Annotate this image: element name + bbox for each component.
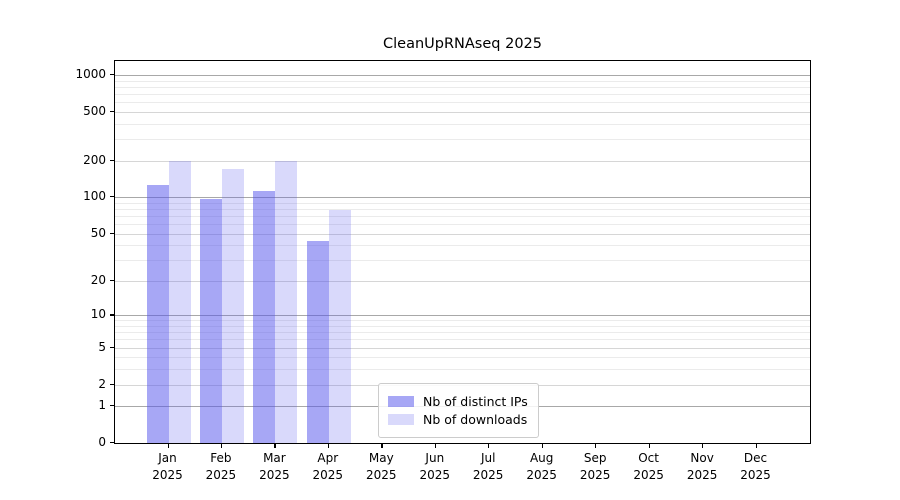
x-tick-jun-2025	[435, 444, 436, 448]
x-tick-aug-2025	[542, 444, 543, 448]
legend-swatch-downloads	[388, 414, 414, 425]
x-tick-label-may-2025: May2025	[351, 450, 411, 484]
x-tick-mar-2025	[274, 444, 275, 448]
x-tick-may-2025	[381, 444, 382, 448]
y-tick-200	[110, 160, 114, 161]
gridline-500	[115, 112, 810, 113]
bar-nb-of-downloads-apr-2025	[329, 210, 351, 443]
gridline-300	[115, 139, 810, 140]
bar-nb-of-downloads-feb-2025	[222, 169, 244, 443]
x-tick-label-aug-2025: Aug2025	[512, 450, 572, 484]
y-tick-20	[110, 280, 114, 281]
x-tick-label-mar-2025: Mar2025	[244, 450, 304, 484]
chart-title: CleanUpRNAseq 2025	[114, 36, 811, 52]
x-tick-label-jun-2025: Jun2025	[405, 450, 465, 484]
legend-item-downloads: Nb of downloads	[388, 412, 528, 427]
x-tick-jul-2025	[488, 444, 489, 448]
x-tick-dec-2025	[756, 444, 757, 448]
y-tick-5	[110, 347, 114, 348]
x-tick-label-oct-2025: Oct2025	[619, 450, 679, 484]
y-tick-label-20: 20	[40, 272, 106, 288]
x-tick-jan-2025	[168, 444, 169, 448]
y-tick-label-5: 5	[40, 339, 106, 355]
y-tick-label-500: 500	[40, 103, 106, 119]
y-tick-1	[110, 405, 114, 406]
y-tick-label-100: 100	[40, 188, 106, 204]
bar-nb-of-distinct-ips-feb-2025	[200, 199, 222, 443]
legend-label-distinct-ips: Nb of distinct IPs	[423, 394, 528, 409]
bar-nb-of-downloads-mar-2025	[275, 161, 297, 444]
x-tick-label-nov-2025: Nov2025	[672, 450, 732, 484]
y-tick-2	[110, 384, 114, 385]
gridline-1000	[115, 75, 810, 76]
y-tick-label-200: 200	[40, 152, 106, 168]
legend-swatch-distinct-ips	[388, 396, 414, 407]
gridline-400	[115, 124, 810, 125]
bar-nb-of-downloads-jan-2025	[169, 161, 191, 444]
x-tick-feb-2025	[221, 444, 222, 448]
y-tick-label-1: 1	[40, 397, 106, 413]
chart-figure: CleanUpRNAseq 2025 Nb of distinct IPs Nb…	[0, 0, 900, 500]
gridline-800	[115, 87, 810, 88]
plot-area: Nb of distinct IPs Nb of downloads	[114, 60, 811, 444]
x-tick-label-apr-2025: Apr2025	[298, 450, 358, 484]
y-tick-label-50: 50	[40, 225, 106, 241]
legend-label-downloads: Nb of downloads	[423, 412, 527, 427]
legend: Nb of distinct IPs Nb of downloads	[378, 383, 539, 438]
gridline-700	[115, 94, 810, 95]
y-tick-500	[110, 111, 114, 112]
y-tick-10	[110, 314, 114, 315]
bar-nb-of-distinct-ips-jan-2025	[147, 185, 169, 443]
x-tick-sep-2025	[595, 444, 596, 448]
x-tick-label-feb-2025: Feb2025	[191, 450, 251, 484]
x-tick-oct-2025	[649, 444, 650, 448]
x-tick-label-jul-2025: Jul2025	[458, 450, 518, 484]
y-tick-0	[110, 442, 114, 443]
y-tick-label-1000: 1000	[40, 66, 106, 82]
gridline-200	[115, 161, 810, 162]
x-tick-apr-2025	[328, 444, 329, 448]
x-tick-label-dec-2025: Dec2025	[726, 450, 786, 484]
x-tick-label-sep-2025: Sep2025	[565, 450, 625, 484]
y-tick-label-10: 10	[40, 306, 106, 322]
x-tick-nov-2025	[702, 444, 703, 448]
y-tick-50	[110, 233, 114, 234]
bar-nb-of-distinct-ips-apr-2025	[307, 241, 329, 443]
gridline-600	[115, 102, 810, 103]
gridline-100	[115, 197, 810, 198]
y-tick-1000	[110, 74, 114, 75]
y-tick-label-2: 2	[40, 376, 106, 392]
x-tick-label-jan-2025: Jan2025	[138, 450, 198, 484]
gridline-900	[115, 81, 810, 82]
y-tick-label-0: 0	[40, 434, 106, 450]
legend-item-distinct-ips: Nb of distinct IPs	[388, 394, 528, 409]
y-tick-100	[110, 196, 114, 197]
bar-nb-of-distinct-ips-mar-2025	[253, 191, 275, 443]
